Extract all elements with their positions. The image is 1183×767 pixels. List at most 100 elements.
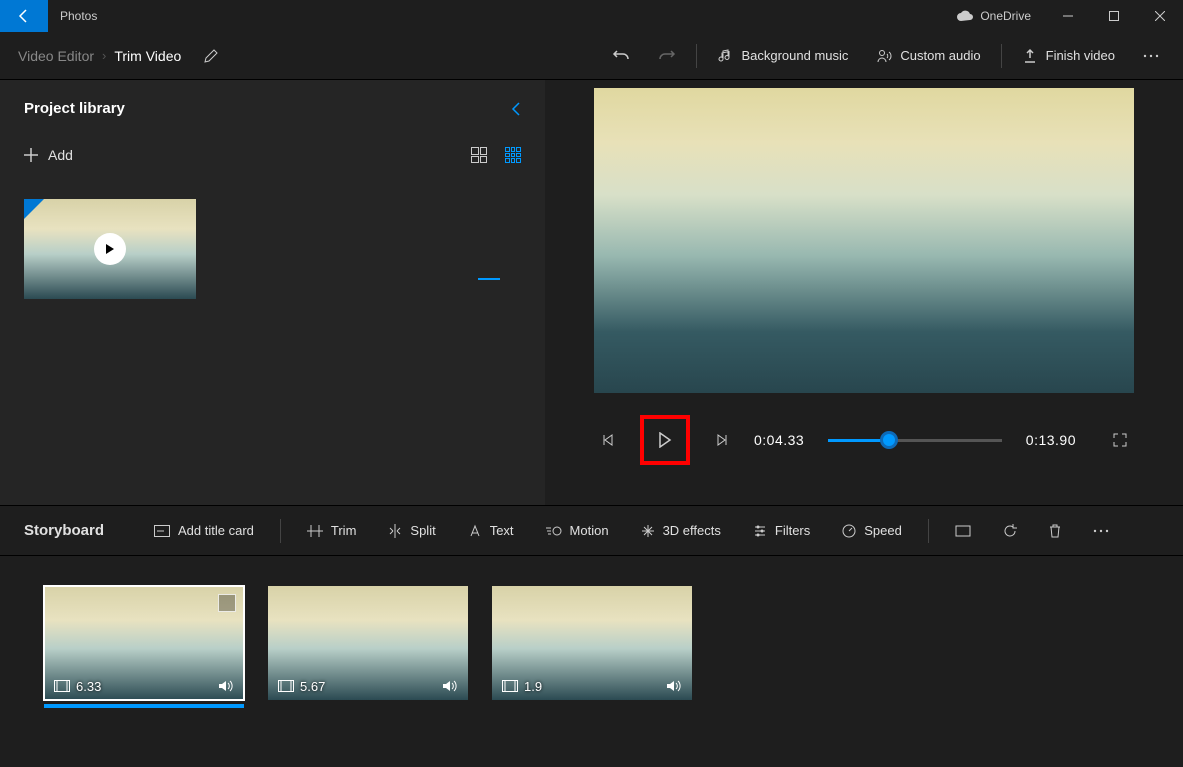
person-audio-icon: [876, 48, 892, 64]
film-icon: [278, 680, 294, 692]
onedrive-indicator[interactable]: OneDrive: [942, 9, 1045, 23]
storyboard-clip[interactable]: 6.33: [44, 586, 244, 700]
custom-audio-button[interactable]: Custom audio: [862, 32, 994, 80]
video-preview[interactable]: [594, 88, 1134, 393]
cloud-icon: [956, 10, 974, 22]
pencil-icon: [203, 48, 219, 64]
storyboard-title: Storyboard: [24, 522, 104, 539]
resize-button[interactable]: [943, 506, 983, 556]
preview-panel: 0:04.33 0:13.90: [545, 80, 1183, 505]
clip-duration: 5.67: [300, 679, 325, 694]
app-title: Photos: [48, 9, 109, 23]
top-toolbar: Video Editor › Trim Video Background mus…: [0, 32, 1183, 80]
total-time: 0:13.90: [1026, 432, 1076, 448]
expand-icon: [1112, 432, 1128, 448]
3d-effects-button[interactable]: 3D effects: [629, 506, 733, 556]
motion-button[interactable]: Motion: [534, 506, 621, 556]
main-area: Project library Add: [0, 80, 1183, 505]
rotate-icon: [1003, 524, 1017, 538]
split-button[interactable]: Split: [376, 506, 447, 556]
background-music-button[interactable]: Background music: [703, 32, 862, 80]
add-media-button[interactable]: Add: [24, 147, 73, 163]
seek-slider[interactable]: [828, 439, 1002, 442]
step-back-icon: [601, 433, 615, 447]
motion-icon: [546, 524, 562, 538]
plus-icon: [24, 148, 38, 162]
export-icon: [1022, 48, 1038, 64]
filters-icon: [753, 524, 767, 538]
player-controls: 0:04.33 0:13.90: [594, 415, 1134, 465]
filters-button[interactable]: Filters: [741, 506, 822, 556]
rotate-button[interactable]: [991, 506, 1029, 556]
titlebar: Photos OneDrive: [0, 0, 1183, 32]
redo-icon: [658, 47, 676, 65]
current-time: 0:04.33: [754, 432, 804, 448]
play-overlay-icon: [94, 233, 126, 265]
view-large-grid-button[interactable]: [471, 147, 487, 163]
finish-video-button[interactable]: Finish video: [1008, 32, 1129, 80]
frame-forward-button[interactable]: [708, 426, 736, 454]
more-button[interactable]: [1129, 32, 1173, 80]
close-button[interactable]: [1137, 0, 1183, 32]
storyboard-clip[interactable]: 1.9: [492, 586, 692, 700]
add-title-card-button[interactable]: Add title card: [142, 506, 266, 556]
sparkle-icon: [641, 524, 655, 538]
storyboard-panel: Storyboard Add title card Trim Split Tex…: [0, 505, 1183, 767]
ellipsis-icon: [1093, 529, 1109, 533]
storyboard-more-button[interactable]: [1081, 506, 1121, 556]
frame-back-button[interactable]: [594, 426, 622, 454]
minimize-icon: [1063, 11, 1073, 21]
maximize-icon: [1109, 11, 1119, 21]
fullscreen-button[interactable]: [1106, 426, 1134, 454]
split-icon: [388, 524, 402, 538]
speed-button[interactable]: Speed: [830, 506, 914, 556]
close-icon: [1155, 11, 1165, 21]
view-small-grid-button[interactable]: [505, 147, 521, 163]
trim-icon: [307, 524, 323, 538]
play-icon: [658, 432, 672, 448]
trim-button[interactable]: Trim: [295, 506, 369, 556]
project-library-panel: Project library Add: [0, 80, 545, 505]
maximize-button[interactable]: [1091, 0, 1137, 32]
volume-icon[interactable]: [218, 679, 234, 693]
trash-icon: [1049, 524, 1061, 538]
breadcrumb-current: Trim Video: [106, 48, 189, 64]
rename-button[interactable]: [203, 48, 219, 64]
seek-knob[interactable]: [880, 431, 898, 449]
collapse-library-button[interactable]: [511, 101, 521, 117]
play-button[interactable]: [640, 415, 690, 465]
active-view-indicator: [478, 278, 500, 280]
storyboard-clip[interactable]: 5.67: [268, 586, 468, 700]
storyboard-toolbar: Storyboard Add title card Trim Split Tex…: [0, 506, 1183, 556]
title-card-icon: [154, 525, 170, 537]
volume-icon[interactable]: [442, 679, 458, 693]
speed-icon: [842, 524, 856, 538]
redo-button[interactable]: [644, 32, 690, 80]
minimize-button[interactable]: [1045, 0, 1091, 32]
text-button[interactable]: Text: [456, 506, 526, 556]
clip-duration: 6.33: [76, 679, 101, 694]
clip-progress: [44, 704, 244, 708]
ellipsis-icon: [1143, 54, 1159, 58]
text-icon: [468, 524, 482, 538]
library-clip-thumbnail[interactable]: [24, 199, 196, 299]
volume-icon[interactable]: [666, 679, 682, 693]
step-forward-icon: [715, 433, 729, 447]
used-marker-icon: [24, 199, 44, 219]
clip-checkbox[interactable]: [218, 594, 236, 612]
breadcrumb-root[interactable]: Video Editor: [10, 48, 102, 64]
clip-duration: 1.9: [524, 679, 542, 694]
undo-icon: [612, 47, 630, 65]
back-button[interactable]: [0, 0, 48, 32]
crop-icon: [955, 525, 971, 537]
undo-button[interactable]: [598, 32, 644, 80]
window-controls: [1045, 0, 1183, 32]
storyboard-clips: 6.33 5.67 1.9: [0, 556, 1183, 730]
delete-button[interactable]: [1037, 506, 1073, 556]
library-title: Project library: [24, 100, 125, 117]
chevron-left-icon: [511, 101, 521, 117]
film-icon: [502, 680, 518, 692]
arrow-left-icon: [16, 8, 32, 24]
music-icon: [717, 48, 733, 64]
film-icon: [54, 680, 70, 692]
